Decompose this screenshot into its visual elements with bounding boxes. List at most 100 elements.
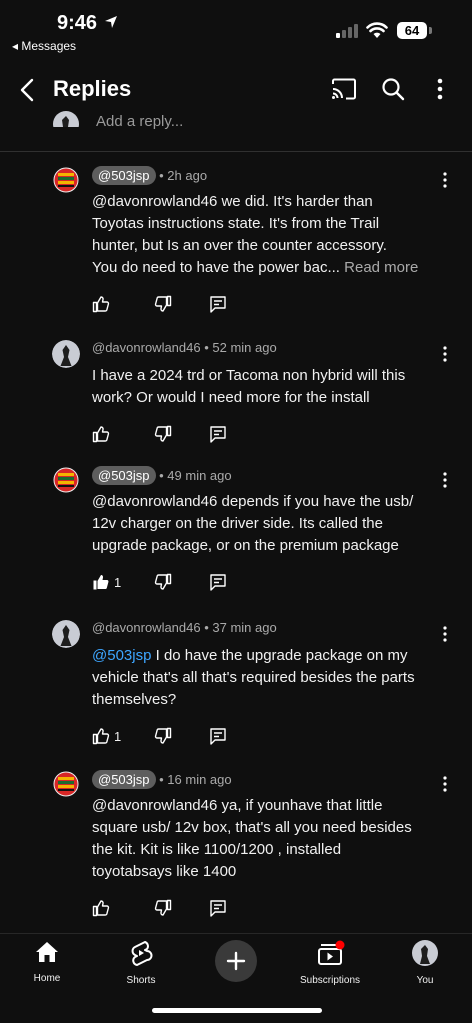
like-count: 1 bbox=[114, 729, 122, 744]
reply-button[interactable] bbox=[209, 573, 227, 596]
nav-you[interactable]: You bbox=[408, 940, 442, 986]
thumbs-down-icon bbox=[154, 899, 172, 921]
wifi-icon bbox=[366, 22, 388, 38]
comment-actions: 1 bbox=[92, 573, 292, 593]
search-icon[interactable] bbox=[381, 77, 405, 101]
add-reply-row[interactable]: Add a reply... bbox=[0, 108, 472, 152]
page-title: Replies bbox=[53, 76, 132, 101]
comment-time: • 16 min ago bbox=[159, 772, 232, 787]
thumbs-down-icon bbox=[154, 573, 172, 595]
like-count: 1 bbox=[114, 575, 122, 590]
nav-shorts[interactable]: Shorts bbox=[120, 940, 162, 986]
comment-line: upgrade package, or on the premium packa… bbox=[92, 535, 452, 557]
nav-home-label: Home bbox=[33, 973, 61, 984]
like-button[interactable] bbox=[92, 425, 110, 448]
comment-meta: @davonrowland46 • 52 min ago bbox=[92, 340, 277, 355]
commenter-avatar[interactable] bbox=[52, 340, 80, 368]
commenter-avatar[interactable] bbox=[52, 166, 80, 194]
comment-actions bbox=[92, 425, 292, 445]
thumbs-up-icon bbox=[92, 575, 110, 595]
comment-line: vehicle that's all that's required besid… bbox=[92, 667, 452, 689]
like-button[interactable] bbox=[92, 573, 110, 596]
like-button[interactable] bbox=[92, 295, 110, 318]
reply-icon bbox=[209, 296, 227, 317]
like-button[interactable] bbox=[92, 727, 110, 750]
comment-line: 12v charger on the driver side. Its call… bbox=[92, 513, 452, 535]
commenter-avatar[interactable] bbox=[52, 466, 80, 494]
reply-button[interactable] bbox=[209, 425, 227, 448]
comment-author[interactable]: @davonrowland46 bbox=[92, 340, 201, 355]
comment-line: Toyotas instructions state. It's from th… bbox=[92, 213, 452, 235]
subscriptions-icon bbox=[318, 940, 345, 965]
comment-more-icon[interactable] bbox=[439, 346, 451, 362]
comment-line: work? Or would I need more for the insta… bbox=[92, 387, 452, 409]
more-options-icon[interactable] bbox=[432, 77, 448, 101]
comment-line: the kit. Kit is like 1100/1200 , install… bbox=[92, 839, 452, 861]
plus-icon bbox=[226, 951, 246, 971]
thumbs-up-icon bbox=[92, 426, 110, 447]
dislike-button[interactable] bbox=[154, 295, 172, 318]
comment-line: @davonrowland46 we did. It's harder than bbox=[92, 191, 452, 213]
comment-line-text: @davonrowland46 we did. It's harder than bbox=[92, 193, 373, 210]
profile-avatar bbox=[412, 940, 438, 966]
comment-more-icon[interactable] bbox=[439, 172, 451, 188]
comment-line-text: upgrade package, or on the premium packa… bbox=[92, 537, 399, 554]
reply-button[interactable] bbox=[209, 295, 227, 318]
add-reply-input[interactable]: Add a reply... bbox=[96, 113, 183, 130]
comment-line-text: square usb/ 12v box, that's all you need… bbox=[92, 819, 412, 836]
battery-indicator: 64 bbox=[397, 22, 427, 39]
nav-subscriptions-label: Subscriptions bbox=[299, 975, 361, 986]
comment-line-text: 12v charger on the driver side. Its call… bbox=[92, 515, 383, 532]
comment-author[interactable]: @503jsp bbox=[92, 166, 156, 185]
create-button[interactable] bbox=[215, 940, 257, 982]
comment-author[interactable]: @davonrowland46 bbox=[92, 620, 201, 635]
nav-you-label: You bbox=[416, 975, 434, 986]
commenter-avatar[interactable] bbox=[52, 770, 80, 798]
comment-line-text: Toyotas instructions state. It's from th… bbox=[92, 215, 380, 232]
thumbs-down-icon bbox=[154, 295, 172, 317]
thumbs-down-icon bbox=[154, 727, 172, 749]
reply-button[interactable] bbox=[209, 899, 227, 922]
nav-home[interactable]: Home bbox=[28, 940, 66, 984]
comment-more-icon[interactable] bbox=[439, 776, 451, 792]
comment-author[interactable]: @503jsp bbox=[92, 466, 156, 485]
comment-line-text: @davonrowland46 depends if you have the … bbox=[92, 493, 414, 510]
comment-time: • 37 min ago bbox=[204, 620, 277, 635]
mention-link[interactable]: @503jsp bbox=[92, 647, 151, 664]
comment-author[interactable]: @503jsp bbox=[92, 770, 156, 789]
comment-line: @davonrowland46 ya, if younhave that lit… bbox=[92, 795, 452, 817]
comment-line: I have a 2024 trd or Tacoma non hybrid w… bbox=[92, 365, 452, 387]
battery-tip bbox=[429, 27, 432, 34]
dislike-button[interactable] bbox=[154, 425, 172, 448]
comment-actions bbox=[92, 899, 292, 919]
top-app-bar: Replies bbox=[0, 66, 472, 114]
comment-line-text: I do have the upgrade package on my bbox=[151, 647, 408, 664]
dislike-button[interactable] bbox=[154, 727, 172, 750]
thumbs-up-icon bbox=[92, 296, 110, 317]
back-arrow-icon[interactable] bbox=[14, 76, 42, 104]
dislike-button[interactable] bbox=[154, 573, 172, 596]
like-button[interactable] bbox=[92, 899, 110, 922]
comment-more-icon[interactable] bbox=[439, 472, 451, 488]
comment-line-text: You do need to have the power bac... bbox=[92, 259, 340, 276]
home-indicator[interactable] bbox=[152, 1008, 322, 1013]
nav-subscriptions[interactable]: Subscriptions bbox=[294, 940, 366, 986]
comment-actions: 1 bbox=[92, 727, 292, 747]
comment-more-icon[interactable] bbox=[439, 626, 451, 642]
dislike-button[interactable] bbox=[154, 899, 172, 922]
comment-time: • 52 min ago bbox=[204, 340, 277, 355]
reply-icon bbox=[209, 728, 227, 749]
thumbs-up-icon bbox=[92, 728, 110, 749]
comment-meta: @davonrowland46 • 37 min ago bbox=[92, 620, 277, 635]
read-more-link[interactable]: Read more bbox=[344, 259, 418, 276]
comment-text: I have a 2024 trd or Tacoma non hybrid w… bbox=[92, 365, 452, 409]
cellular-signal-icon bbox=[336, 24, 358, 38]
reply-icon bbox=[209, 426, 227, 447]
commenter-avatar[interactable] bbox=[52, 620, 80, 648]
comment-text: @davonrowland46 we did. It's harder than… bbox=[92, 191, 452, 279]
home-icon bbox=[36, 942, 58, 962]
comment-line: @503jsp I do have the upgrade package on… bbox=[92, 645, 452, 667]
reply-button[interactable] bbox=[209, 727, 227, 750]
cast-icon[interactable] bbox=[331, 78, 357, 100]
back-to-app-link[interactable]: ◂ Messages bbox=[12, 39, 76, 53]
